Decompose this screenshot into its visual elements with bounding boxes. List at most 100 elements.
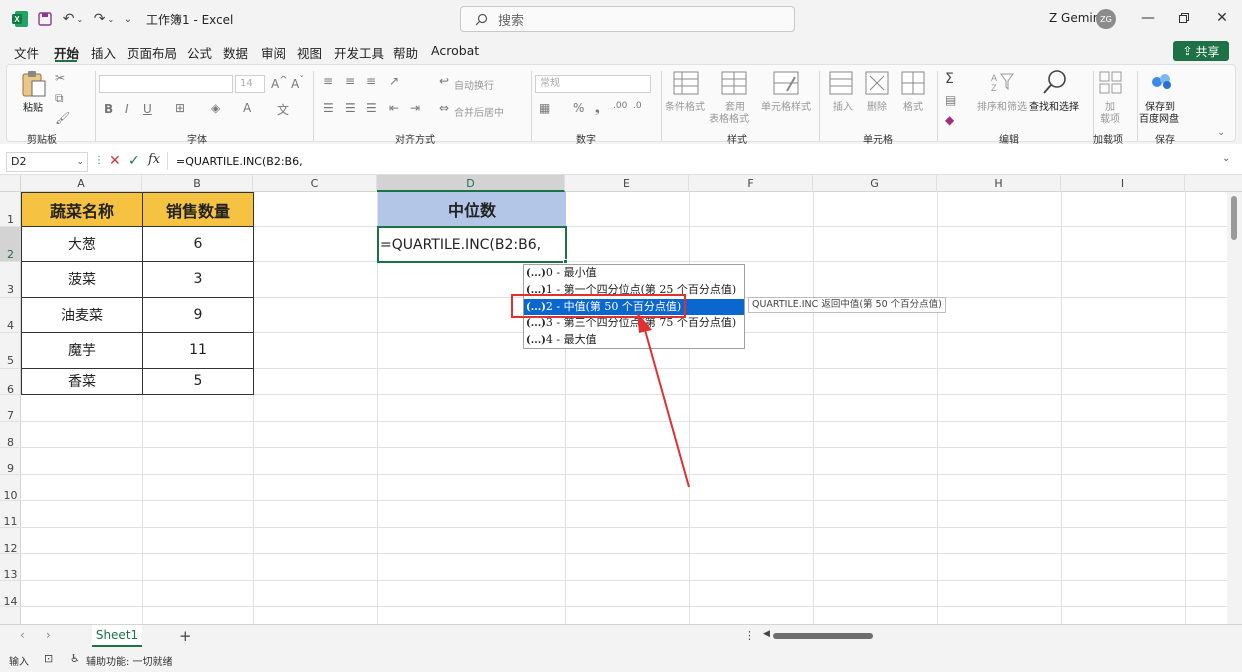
cell-a5[interactable]: 魔芋 [21, 332, 143, 369]
column-header-i[interactable]: I [1061, 175, 1185, 192]
merge-center-label[interactable]: 合并后居中 [454, 104, 504, 119]
percent-icon[interactable]: % [573, 101, 584, 115]
sheet-tab-sheet1[interactable]: Sheet1 [92, 625, 142, 647]
align-middle-icon[interactable]: ≡ [345, 74, 355, 88]
tab-developer[interactable]: 开发工具 [334, 43, 384, 62]
bold-icon[interactable]: B [104, 102, 113, 116]
paste-label[interactable]: 粘贴 [23, 99, 43, 114]
redo-icon[interactable]: ↷ ⌄ [91, 9, 117, 29]
insert-function-icon[interactable]: fx [148, 152, 160, 167]
row-header-8[interactable]: 8 [0, 422, 21, 449]
customize-toolbar-icon[interactable]: ⌄ [121, 9, 135, 29]
cell-b6[interactable]: 5 [142, 368, 254, 395]
more-options-icon[interactable]: ⋮ [744, 629, 755, 642]
format-as-table-icon[interactable] [721, 71, 747, 95]
tab-help[interactable]: 帮助 [393, 43, 418, 62]
add-sheet-button[interactable]: + [179, 627, 192, 645]
column-header-b[interactable]: B [142, 175, 253, 192]
save-icon[interactable] [36, 9, 54, 29]
save-baidu-label-2[interactable]: 百度网盘 [1139, 110, 1179, 125]
orientation-icon[interactable]: ↗ [389, 74, 399, 88]
fill-icon[interactable]: ▤ [945, 93, 956, 107]
cell-b3[interactable]: 3 [142, 261, 254, 298]
paste-icon[interactable] [21, 70, 47, 98]
cell-b1[interactable]: 销售数量 [142, 192, 254, 227]
increase-indent-icon[interactable]: ⇥ [410, 101, 420, 115]
sort-filter-label[interactable]: 排序和筛选 [977, 98, 1027, 113]
delete-cells-label[interactable]: 删除 [867, 98, 887, 113]
cell-a6[interactable]: 香菜 [21, 368, 143, 395]
row-header-4[interactable]: 4 [0, 298, 21, 333]
cell-a4[interactable]: 油麦菜 [21, 297, 143, 333]
increase-font-icon[interactable]: A^ [271, 75, 288, 91]
font-name-select[interactable] [99, 75, 233, 93]
avatar[interactable]: ZG [1096, 9, 1116, 29]
find-select-icon[interactable] [1041, 69, 1069, 95]
vertical-scrollbar[interactable] [1227, 192, 1242, 624]
cell-b4[interactable]: 9 [142, 297, 254, 333]
cell-d1[interactable]: 中位数 [378, 192, 566, 226]
conditional-format-label[interactable]: 条件格式 [665, 98, 705, 113]
font-color-icon[interactable]: A [243, 101, 251, 115]
format-cells-icon[interactable] [901, 71, 925, 95]
increase-decimal-icon[interactable]: .00 [613, 101, 627, 111]
name-box[interactable]: D2 ⌄ [6, 152, 88, 172]
baidu-cloud-icon[interactable] [1149, 71, 1175, 93]
border-icon[interactable]: ⊞ [175, 101, 185, 115]
more-options-icon[interactable]: ⋮ [94, 155, 104, 166]
row-header-2[interactable]: 2 [0, 227, 21, 262]
cell-styles-icon[interactable] [773, 71, 799, 95]
vertical-scroll-thumb[interactable] [1231, 196, 1237, 240]
column-header-e[interactable]: E [565, 175, 689, 192]
column-header-g[interactable]: G [813, 175, 937, 192]
italic-icon[interactable]: I [125, 102, 129, 116]
select-all-corner[interactable] [0, 175, 21, 192]
autocomplete-item[interactable]: (...)0 - 最小值 [524, 265, 744, 282]
close-icon[interactable]: ✕ [1212, 8, 1232, 28]
undo-icon[interactable]: ↶ ⌄ [60, 9, 86, 29]
accounting-format-icon[interactable]: ▦ [539, 101, 550, 115]
collapse-ribbon-icon[interactable]: ⌄ [1217, 127, 1225, 138]
underline-icon[interactable]: U [143, 102, 152, 116]
row-header-11[interactable]: 11 [0, 501, 21, 528]
accessibility-status[interactable]: 辅助功能: 一切就绪 [86, 653, 173, 668]
tab-page-layout[interactable]: 页面布局 [127, 43, 177, 62]
delete-cells-icon[interactable] [865, 71, 889, 95]
macro-record-icon[interactable]: ⊡ [44, 652, 53, 665]
align-bottom-icon[interactable]: ≡ [366, 74, 376, 88]
column-header-c[interactable]: C [253, 175, 377, 192]
phonetic-icon[interactable]: 文 [277, 101, 289, 118]
row-header-9[interactable]: 9 [0, 448, 21, 475]
cell-a1[interactable]: 蔬菜名称 [21, 192, 143, 227]
horizontal-scroll-thumb[interactable] [773, 633, 873, 639]
number-format-select[interactable]: 常规 [535, 75, 651, 93]
clear-icon[interactable]: ◆ [945, 113, 954, 127]
restore-icon[interactable] [1174, 8, 1194, 28]
row-header-1[interactable]: 1 [0, 192, 21, 227]
addins-label-2[interactable]: 载项 [1100, 110, 1120, 125]
format-cells-label[interactable]: 格式 [903, 98, 923, 113]
row-header-3[interactable]: 3 [0, 262, 21, 298]
sort-filter-icon[interactable]: AZ [989, 71, 1015, 93]
column-header-d[interactable]: D [377, 175, 565, 192]
insert-cells-label[interactable]: 插入 [833, 98, 853, 113]
tab-view[interactable]: 视图 [297, 43, 322, 62]
conditional-format-icon[interactable] [673, 71, 699, 95]
find-select-label[interactable]: 查找和选择 [1029, 98, 1079, 113]
chevron-left-icon[interactable]: ‹ [20, 628, 25, 642]
active-cell-d2[interactable]: =QUARTILE.INC(B2:B6, [377, 226, 567, 263]
column-header-f[interactable]: F [689, 175, 813, 192]
comma-style-icon[interactable]: ❟ [595, 101, 600, 116]
align-left-icon[interactable]: ☰ [323, 101, 334, 115]
share-button[interactable]: ⇪ 共享 [1173, 41, 1229, 61]
wrap-text-icon[interactable]: ↩ [439, 74, 449, 88]
confirm-entry-icon[interactable]: ✓ [128, 153, 140, 169]
tab-formulas[interactable]: 公式 [187, 43, 212, 62]
row-header-13[interactable]: 13 [0, 554, 21, 581]
column-header-a[interactable]: A [21, 175, 142, 192]
autocomplete-item[interactable]: (...)4 - 最大值 [524, 332, 744, 349]
cut-icon[interactable]: ✂ [55, 71, 65, 85]
cell-a2[interactable]: 大葱 [21, 226, 143, 262]
accessibility-icon[interactable]: ♿ [70, 652, 80, 665]
align-center-icon[interactable]: ☰ [345, 101, 356, 115]
